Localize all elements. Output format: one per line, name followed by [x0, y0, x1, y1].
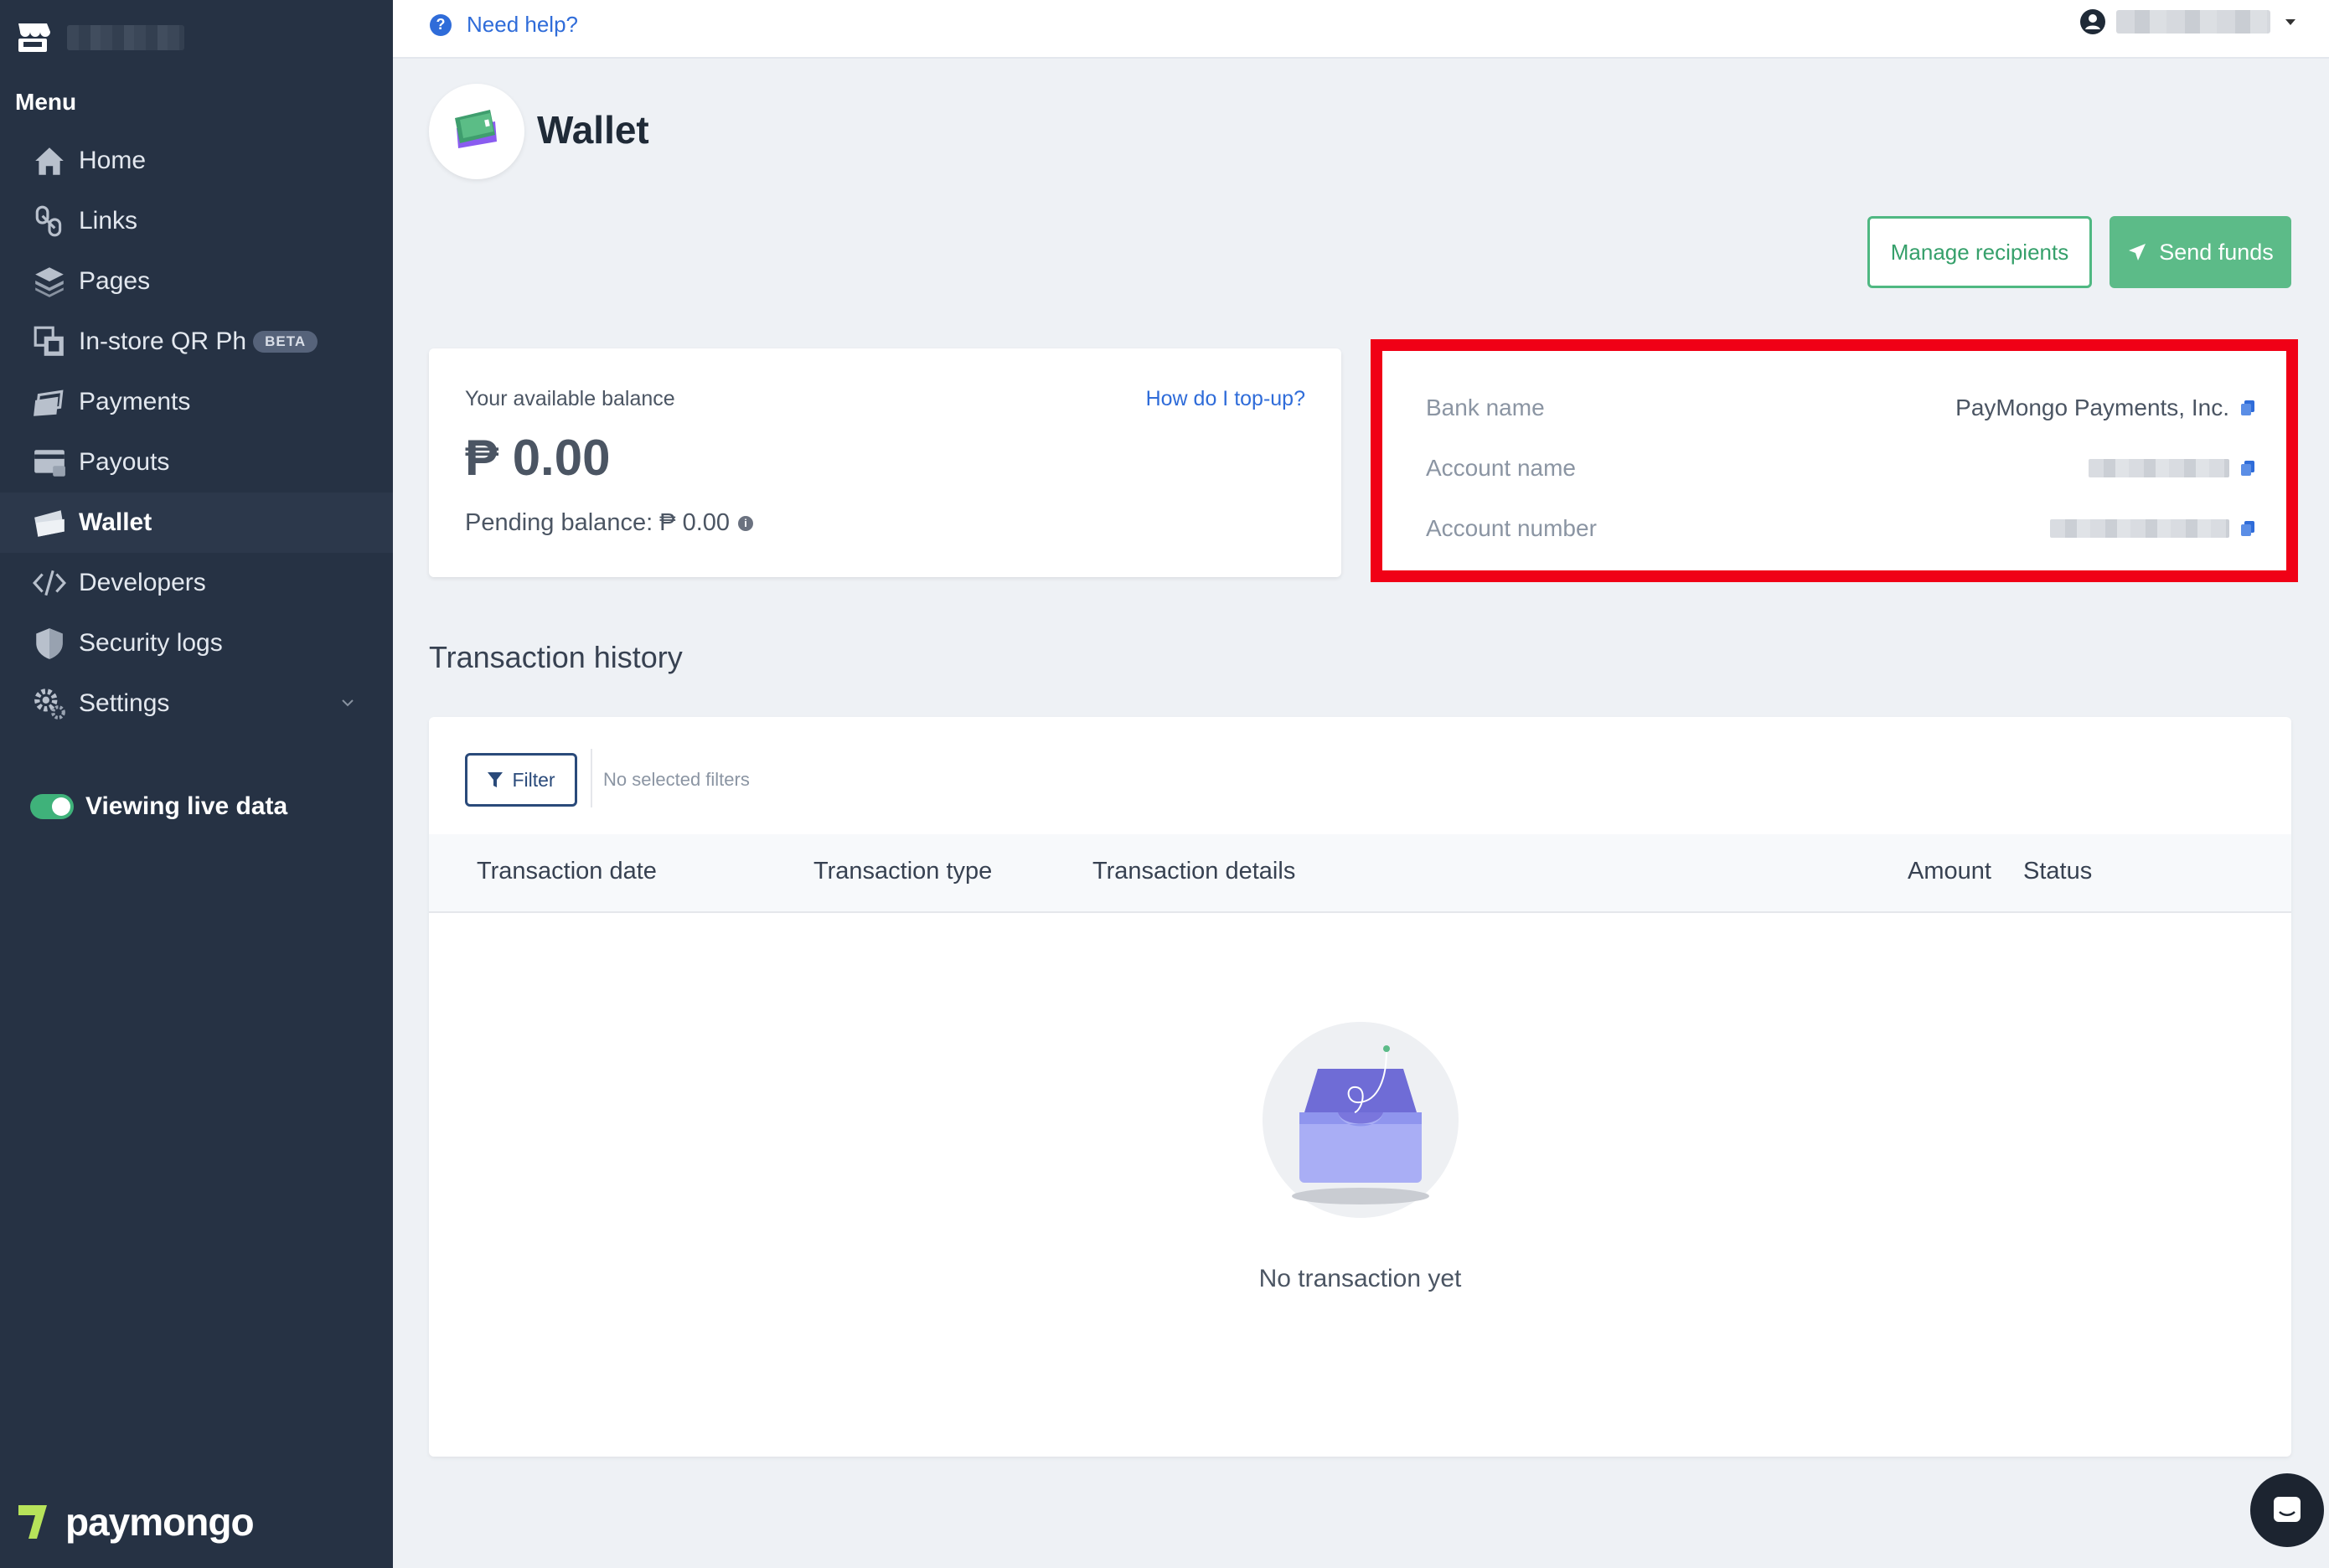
copy-icon[interactable] [2241, 521, 2254, 536]
bank-name-value-group: PayMongo Payments, Inc. [1955, 395, 2254, 421]
column-header-transaction-details[interactable]: Transaction details [1092, 858, 1295, 885]
filter-button[interactable]: Filter [465, 753, 577, 807]
live-data-toggle-row: Viewing live data [30, 792, 287, 821]
sidebar-item-label: Wallet [79, 508, 152, 536]
live-data-toggle[interactable] [30, 794, 74, 819]
sidebar-item-label: In-store QR Ph [79, 328, 247, 355]
sidebar-item-payments[interactable]: Payments [0, 372, 393, 432]
account-name-label: Account name [1426, 455, 1576, 481]
bank-details-card: Bank name PayMongo Payments, Inc. Accoun… [1371, 339, 2298, 582]
sidebar: Menu Home Links Pages In-store QR Ph BET… [0, 0, 393, 1568]
user-name-redacted [2116, 10, 2270, 34]
account-number-redacted [2050, 519, 2229, 538]
copy-icon[interactable] [2241, 400, 2254, 415]
wallet-page-icon [429, 84, 524, 179]
paymongo-logo-icon [18, 1505, 47, 1539]
wallet-icon [30, 503, 69, 542]
home-icon [30, 142, 69, 180]
code-icon [30, 564, 69, 602]
sidebar-item-label: Security logs [79, 629, 223, 657]
sidebar-nav: Home Links Pages In-store QR Ph BETA Pay… [0, 131, 393, 734]
sidebar-item-links[interactable]: Links [0, 191, 393, 251]
sidebar-item-security-logs[interactable]: Security logs [0, 613, 393, 673]
column-header-amount[interactable]: Amount [1908, 858, 1991, 885]
sidebar-item-wallet[interactable]: Wallet [0, 493, 393, 553]
account-number-value-group [2050, 519, 2254, 538]
sidebar-item-label: Settings [79, 689, 170, 717]
store-switcher[interactable] [15, 17, 184, 59]
send-funds-button[interactable]: Send funds [2110, 216, 2291, 288]
filter-divider [591, 749, 592, 807]
transaction-history-title: Transaction history [429, 640, 683, 674]
brand-logo: paymongo [15, 1499, 255, 1545]
help-icon: ? [430, 13, 452, 36]
wallet-illustration-icon [455, 110, 497, 148]
page-title: Wallet [537, 108, 649, 152]
column-header-transaction-date[interactable]: Transaction date [477, 858, 657, 885]
account-name-value-group [2089, 459, 2254, 477]
store-icon [18, 23, 50, 52]
payments-icon [30, 383, 69, 421]
brand-name: paymongo [65, 1500, 255, 1544]
need-help-label: Need help? [467, 12, 578, 37]
sidebar-item-label: Home [79, 147, 147, 174]
account-number-row: Account number [1426, 515, 2254, 542]
send-funds-label: Send funds [2159, 239, 2274, 265]
empty-inbox-illustration-icon [1263, 1022, 1459, 1218]
topup-help-link[interactable]: How do I top-up? [1146, 387, 1305, 411]
account-name-row: Account name [1426, 455, 2254, 482]
filter-label: Filter [512, 768, 555, 791]
transaction-history-card: Filter No selected filters Transaction d… [429, 717, 2291, 1457]
payouts-icon [30, 443, 69, 482]
transactions-table-header: Transaction date Transaction type Transa… [429, 834, 2291, 913]
filter-icon [488, 772, 503, 787]
link-icon [30, 202, 69, 240]
top-bar: ? Need help? [393, 0, 2329, 59]
menu-title: Menu [15, 89, 77, 115]
sidebar-item-label: Payments [79, 388, 191, 415]
live-data-label: Viewing live data [85, 792, 288, 820]
beta-badge: BETA [253, 331, 318, 353]
column-header-status[interactable]: Status [2023, 858, 2092, 885]
bank-name-row: Bank name PayMongo Payments, Inc. [1426, 395, 2254, 421]
send-icon [2129, 244, 2146, 260]
sidebar-item-label: Payouts [79, 448, 170, 476]
caret-down-icon [2285, 18, 2295, 25]
user-menu[interactable] [2079, 8, 2295, 35]
empty-state-text: No transaction yet [1258, 1265, 1462, 1292]
sidebar-item-label: Links [79, 207, 138, 235]
pending-balance-label: Pending balance: ₱ 0.00 [465, 509, 731, 536]
column-header-transaction-type[interactable]: Transaction type [813, 858, 992, 885]
pending-balance: Pending balance: ₱ 0.00 i [465, 509, 754, 537]
gear-icon [30, 684, 69, 723]
bank-name-value: PayMongo Payments, Inc. [1955, 395, 2229, 420]
chat-support-button[interactable] [2250, 1473, 2324, 1547]
sidebar-item-pages[interactable]: Pages [0, 251, 393, 312]
available-balance-value: ₱ 0.00 [465, 430, 611, 486]
layers-icon [30, 262, 69, 301]
qr-store-icon [30, 322, 69, 361]
sidebar-item-in-store-qr[interactable]: In-store QR Ph BETA [0, 312, 393, 372]
need-help-link[interactable]: ? Need help? [430, 12, 578, 38]
sidebar-item-label: Developers [79, 569, 206, 596]
shield-icon [30, 624, 69, 663]
manage-recipients-button[interactable]: Manage recipients [1867, 216, 2092, 288]
bank-name-label: Bank name [1426, 395, 1545, 420]
sidebar-item-label: Pages [79, 267, 151, 295]
chat-icon [2274, 1497, 2301, 1522]
no-filters-text: No selected filters [603, 769, 750, 790]
sidebar-item-home[interactable]: Home [0, 131, 393, 191]
sidebar-item-developers[interactable]: Developers [0, 553, 393, 613]
info-icon[interactable]: i [738, 515, 754, 531]
available-balance-label: Your available balance [465, 387, 675, 410]
sidebar-item-settings[interactable]: Settings [0, 673, 393, 734]
user-avatar-icon [2080, 9, 2105, 34]
balance-card: Your available balance How do I top-up? … [429, 348, 1341, 577]
copy-icon[interactable] [2241, 461, 2254, 476]
account-name-redacted [2089, 459, 2229, 477]
store-name-redacted [67, 25, 184, 50]
account-number-label: Account number [1426, 515, 1597, 541]
chevron-down-icon[interactable] [337, 692, 359, 714]
sidebar-item-payouts[interactable]: Payouts [0, 432, 393, 493]
